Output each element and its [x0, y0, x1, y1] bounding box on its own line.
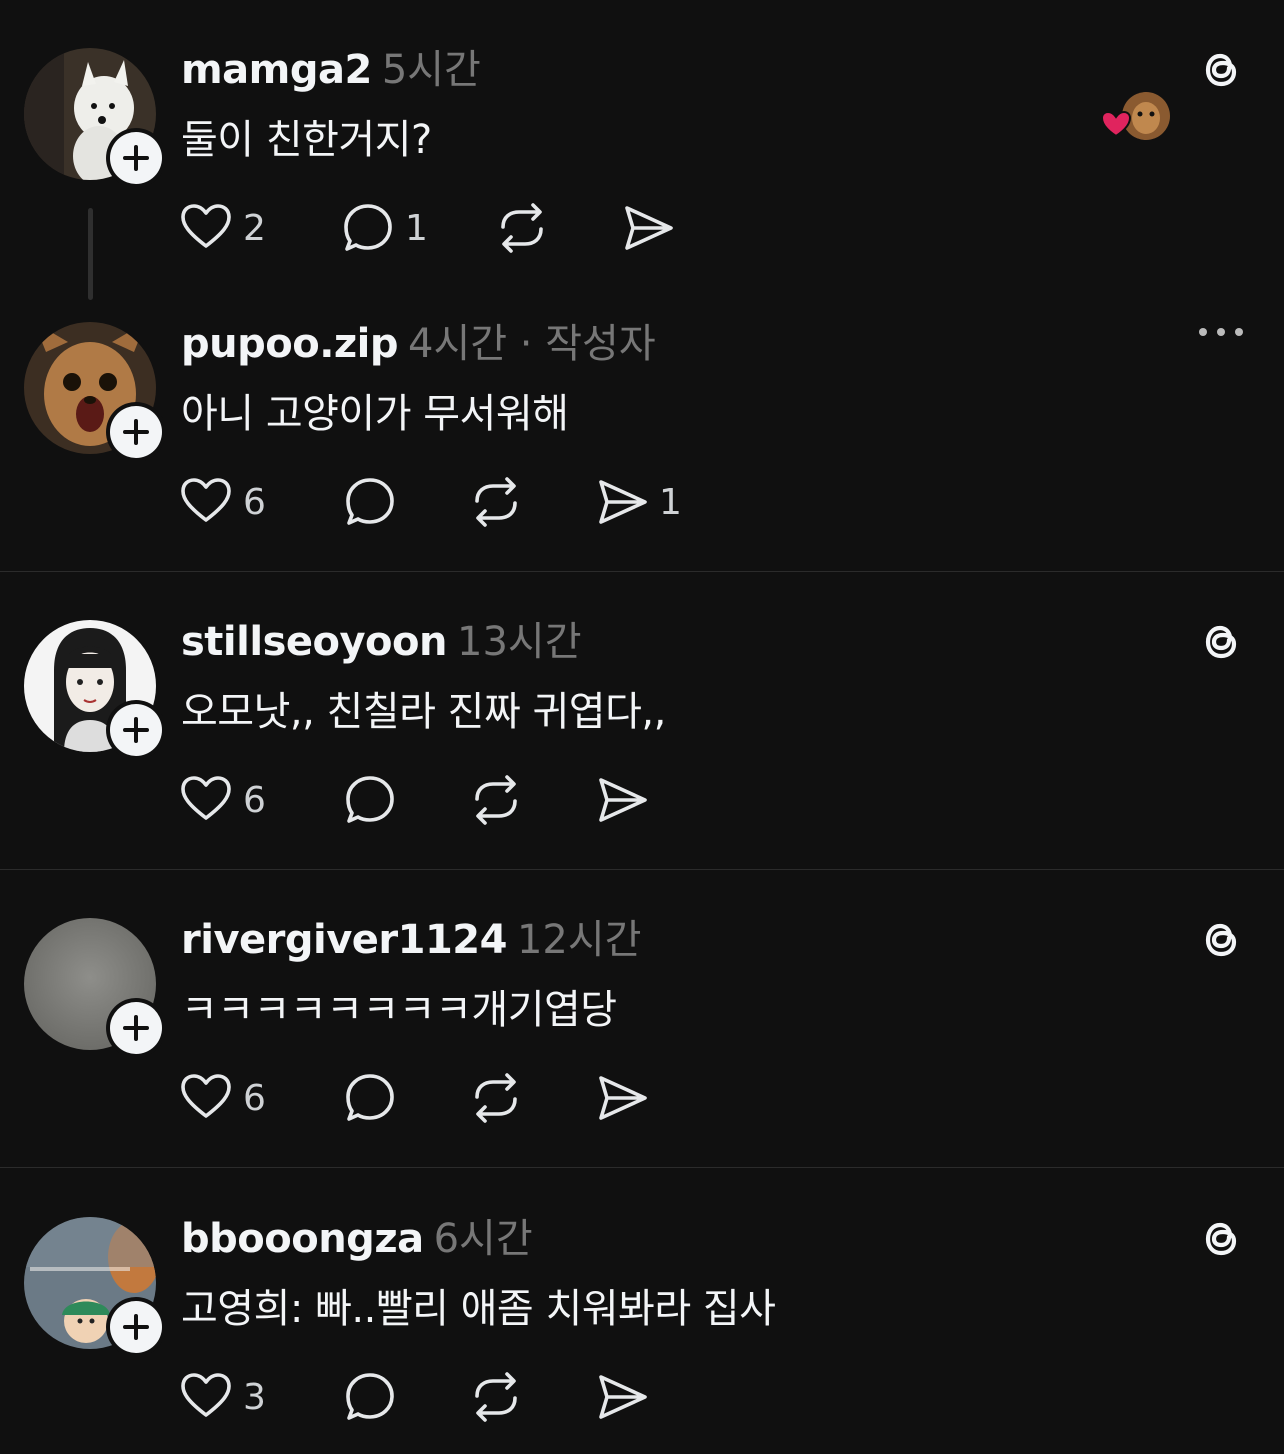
send-icon	[599, 1375, 647, 1419]
plus-icon	[123, 419, 149, 445]
send-icon	[599, 778, 647, 822]
threads-icon[interactable]	[1196, 44, 1246, 94]
share-button[interactable]	[595, 1070, 649, 1126]
post-text: 고영희: 빠..빨리 애좀 치워봐라 집사	[181, 1286, 776, 1332]
heart-icon	[181, 478, 231, 522]
like-count: 6	[243, 481, 266, 523]
reply-count: 1	[405, 207, 428, 249]
repost-button[interactable]	[469, 1369, 523, 1425]
username[interactable]: stillseoyoon	[181, 619, 448, 665]
like-button[interactable]: 6	[179, 1070, 266, 1126]
send-icon	[625, 206, 673, 250]
username[interactable]: mamga2	[181, 47, 372, 93]
like-count: 6	[243, 779, 266, 821]
plus-icon	[123, 145, 149, 171]
like-count: 3	[243, 1376, 266, 1418]
reply-button[interactable]	[343, 474, 397, 530]
action-bar: 6	[179, 772, 779, 828]
timestamp: 12시간	[516, 917, 642, 963]
reply-button[interactable]	[343, 772, 397, 828]
heart-icon	[181, 776, 231, 820]
repost-button[interactable]	[495, 200, 549, 256]
comment-icon	[346, 1373, 394, 1420]
comment-icon	[344, 204, 392, 251]
repost-button[interactable]	[469, 1070, 523, 1126]
comment-icon	[346, 776, 394, 823]
threads-icon[interactable]	[1196, 914, 1246, 964]
timestamp: 5시간	[381, 47, 481, 93]
plus-icon	[123, 1015, 149, 1041]
post-header: mamga2 5시간	[181, 44, 481, 96]
repost-icon	[475, 477, 517, 527]
like-button[interactable]: 6	[179, 772, 266, 828]
timestamp: 13시간	[457, 619, 582, 665]
share-button[interactable]	[595, 772, 649, 828]
liked-by-author-icon	[1100, 92, 1170, 140]
divider	[0, 571, 1284, 572]
post-header: stillseoyoon 13시간	[181, 616, 582, 668]
heart-icon	[181, 1074, 231, 1118]
post-header: pupoo.zip 4시간 · 작성자	[181, 318, 656, 370]
repost-icon	[475, 1372, 517, 1422]
divider	[0, 869, 1284, 870]
action-bar: 6 1	[179, 474, 779, 530]
post-text: 둘이 친한거지?	[181, 117, 432, 163]
like-button[interactable]: 3	[179, 1369, 266, 1425]
comment-icon	[346, 478, 394, 525]
share-count: 1	[659, 481, 682, 523]
post-header: bbooongza 6시간	[181, 1213, 533, 1265]
like-button[interactable]: 2	[179, 200, 266, 256]
follow-button[interactable]	[106, 1297, 166, 1357]
plus-icon	[123, 1314, 149, 1340]
like-count: 6	[243, 1077, 266, 1119]
repost-icon	[475, 775, 517, 825]
send-icon	[599, 1076, 647, 1120]
share-button[interactable]	[621, 200, 675, 256]
heart-icon	[181, 1373, 231, 1417]
post-text: 오모낫,, 친칠라 진짜 귀엽다,,	[181, 689, 666, 735]
username[interactable]: pupoo.zip	[181, 321, 399, 367]
username[interactable]: rivergiver1124	[181, 917, 507, 963]
follow-button[interactable]	[106, 128, 166, 188]
like-button[interactable]: 6	[179, 474, 266, 530]
repost-icon	[475, 1073, 517, 1123]
repost-button[interactable]	[469, 772, 523, 828]
action-bar: 6	[179, 1070, 779, 1126]
like-count: 2	[243, 207, 266, 249]
comment-icon	[346, 1074, 394, 1121]
send-icon	[599, 480, 647, 524]
threads-icon[interactable]	[1196, 1213, 1246, 1263]
thread-connector	[88, 208, 93, 300]
username[interactable]: bbooongza	[181, 1216, 424, 1262]
divider	[0, 1167, 1284, 1168]
follow-button[interactable]	[106, 700, 166, 760]
more-icon[interactable]	[1194, 320, 1248, 344]
follow-button[interactable]	[106, 998, 166, 1058]
post-header: rivergiver1124 12시간	[181, 914, 641, 966]
timestamp: 4시간	[408, 321, 508, 367]
reply-button[interactable]	[343, 1369, 397, 1425]
reply-button[interactable]: 1	[341, 200, 428, 256]
repost-icon	[501, 203, 543, 253]
action-bar: 3	[179, 1369, 779, 1425]
action-bar: 2 1	[179, 200, 779, 256]
follow-button[interactable]	[106, 402, 166, 462]
repost-button[interactable]	[469, 474, 523, 530]
timestamp: 6시간	[433, 1216, 533, 1262]
share-button[interactable]	[595, 1369, 649, 1425]
heart-icon	[181, 204, 231, 248]
share-button[interactable]: 1	[595, 474, 682, 530]
post-text: 아니 고양이가 무서워해	[181, 391, 569, 437]
author-tag: · 작성자	[507, 321, 656, 367]
plus-icon	[123, 717, 149, 743]
reply-button[interactable]	[343, 1070, 397, 1126]
post-text: ㅋㅋㅋㅋㅋㅋㅋㅋ개기엽당	[181, 987, 617, 1033]
threads-icon[interactable]	[1196, 616, 1246, 666]
